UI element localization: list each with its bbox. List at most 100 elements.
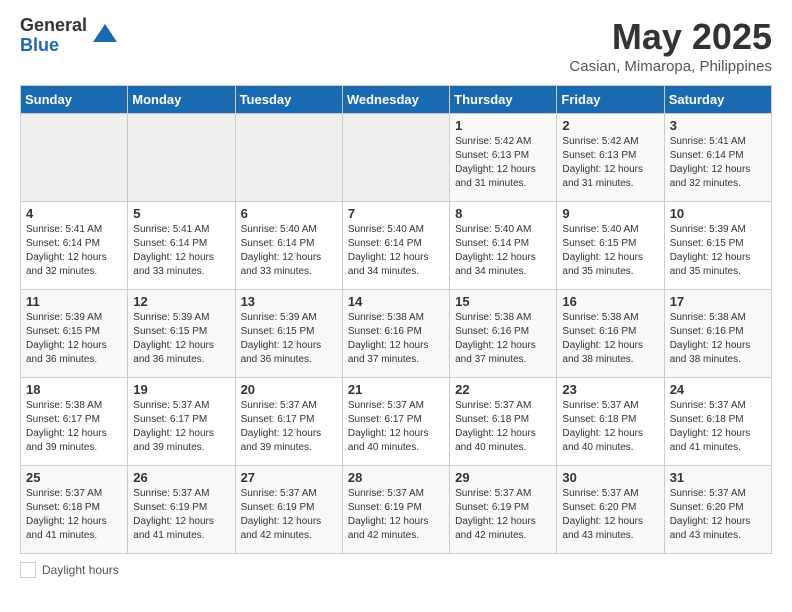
logo-blue: Blue [20, 36, 87, 56]
day-number: 11 [26, 294, 122, 309]
calendar-cell: 1Sunrise: 5:42 AM Sunset: 6:13 PM Daylig… [450, 114, 557, 202]
day-number: 13 [241, 294, 337, 309]
calendar-cell: 28 Sunrise: 5:37 AM Sunset: 6:19 PM Dayli… [342, 466, 449, 554]
day-info: Sunrise: 5:42 AM Sunset: 6:13 PM Dayligh… [562, 135, 658, 191]
day-info: Sunrise: 5:37 AM Sunset: 6:19 PM Dayligh… [348, 487, 444, 543]
weekday-header-wednesday: Wednesday [342, 86, 449, 114]
daylight-label: Daylight hours [42, 563, 119, 577]
footer: Daylight hours [20, 562, 772, 578]
day-number: 22 [455, 382, 551, 397]
day-info: Sunrise: 5:39 AM Sunset: 6:15 PM Dayligh… [670, 223, 766, 279]
day-number: 7 [348, 206, 444, 221]
day-info: Sunrise: 5:37 AM Sunset: 6:18 PM Dayligh… [26, 487, 122, 543]
calendar-cell: 14 Sunrise: 5:38 AM Sunset: 6:16 PM Dayli… [342, 290, 449, 378]
day-info: Sunrise: 5:38 AM Sunset: 6:16 PM Dayligh… [348, 311, 444, 367]
calendar-cell: 10 Sunrise: 5:39 AM Sunset: 6:15 PM Dayli… [664, 202, 771, 290]
calendar-cell: 25 Sunrise: 5:37 AM Sunset: 6:18 PM Dayli… [21, 466, 128, 554]
day-info: Sunrise: 5:37 AM Sunset: 6:19 PM Dayligh… [455, 487, 551, 543]
day-info: Sunrise: 5:37 AM Sunset: 6:17 PM Dayligh… [348, 399, 444, 455]
calendar-cell: 2 Sunrise: 5:42 AM Sunset: 6:13 PM Daylig… [557, 114, 664, 202]
calendar-cell: 16Sunrise: 5:38 AM Sunset: 6:16 PM Dayli… [557, 290, 664, 378]
day-number: 18 [26, 382, 122, 397]
calendar-cell: 18Sunrise: 5:38 AM Sunset: 6:17 PM Dayli… [21, 378, 128, 466]
calendar-week-row: 25 Sunrise: 5:37 AM Sunset: 6:18 PM Dayli… [21, 466, 772, 554]
day-number: 10 [670, 206, 766, 221]
day-number: 6 [241, 206, 337, 221]
page-header: General Blue May 2025 Casian, Mimaropa, … [20, 16, 772, 75]
day-info: Sunrise: 5:37 AM Sunset: 6:18 PM Dayligh… [670, 399, 766, 455]
calendar-cell: 12 Sunrise: 5:39 AM Sunset: 6:15 PM Dayli… [128, 290, 235, 378]
weekday-header-monday: Monday [128, 86, 235, 114]
calendar-cell: 7 Sunrise: 5:40 AM Sunset: 6:14 PM Daylig… [342, 202, 449, 290]
day-number: 20 [241, 382, 337, 397]
day-number: 21 [348, 382, 444, 397]
day-number: 25 [26, 470, 122, 485]
weekday-header-row: SundayMondayTuesdayWednesdayThursdayFrid… [21, 86, 772, 114]
calendar-cell: 19 Sunrise: 5:37 AM Sunset: 6:17 PM Dayli… [128, 378, 235, 466]
day-info: Sunrise: 5:40 AM Sunset: 6:15 PM Dayligh… [562, 223, 658, 279]
day-number: 26 [133, 470, 229, 485]
day-number: 30 [562, 470, 658, 485]
day-info: Sunrise: 5:39 AM Sunset: 6:15 PM Dayligh… [241, 311, 337, 367]
weekday-header-tuesday: Tuesday [235, 86, 342, 114]
calendar-cell: 31 Sunrise: 5:37 AM Sunset: 6:20 PM Dayli… [664, 466, 771, 554]
day-info: Sunrise: 5:37 AM Sunset: 6:19 PM Dayligh… [133, 487, 229, 543]
day-number: 1 [455, 118, 551, 133]
calendar-cell: 4 Sunrise: 5:41 AM Sunset: 6:14 PM Daylig… [21, 202, 128, 290]
title-block: May 2025 Casian, Mimaropa, Philippines [569, 16, 772, 75]
day-info: Sunrise: 5:37 AM Sunset: 6:20 PM Dayligh… [562, 487, 658, 543]
day-info: Sunrise: 5:37 AM Sunset: 6:20 PM Dayligh… [670, 487, 766, 543]
day-number: 2 [562, 118, 658, 133]
calendar-cell: 8 Sunrise: 5:40 AM Sunset: 6:14 PM Daylig… [450, 202, 557, 290]
day-number: 29 [455, 470, 551, 485]
calendar-cell: 13 Sunrise: 5:39 AM Sunset: 6:15 PM Dayli… [235, 290, 342, 378]
calendar-cell: 15Sunrise: 5:38 AM Sunset: 6:16 PM Dayli… [450, 290, 557, 378]
calendar-cell: 3 Sunrise: 5:41 AM Sunset: 6:14 PM Daylig… [664, 114, 771, 202]
calendar-cell: 6 Sunrise: 5:40 AM Sunset: 6:14 PM Daylig… [235, 202, 342, 290]
calendar-cell [342, 114, 449, 202]
day-number: 19 [133, 382, 229, 397]
weekday-header-friday: Friday [557, 86, 664, 114]
calendar-cell [128, 114, 235, 202]
day-info: Sunrise: 5:37 AM Sunset: 6:18 PM Dayligh… [562, 399, 658, 455]
day-info: Sunrise: 5:40 AM Sunset: 6:14 PM Dayligh… [241, 223, 337, 279]
calendar-cell: 5Sunrise: 5:41 AM Sunset: 6:14 PM Daylig… [128, 202, 235, 290]
logo: General Blue [20, 16, 119, 56]
calendar-cell: 27 Sunrise: 5:37 AM Sunset: 6:19 PM Dayli… [235, 466, 342, 554]
day-info: Sunrise: 5:37 AM Sunset: 6:18 PM Dayligh… [455, 399, 551, 455]
day-number: 28 [348, 470, 444, 485]
day-info: Sunrise: 5:37 AM Sunset: 6:19 PM Dayligh… [241, 487, 337, 543]
calendar-cell: 30 Sunrise: 5:37 AM Sunset: 6:20 PM Dayli… [557, 466, 664, 554]
day-info: Sunrise: 5:37 AM Sunset: 6:17 PM Dayligh… [133, 399, 229, 455]
day-number: 4 [26, 206, 122, 221]
day-info: Sunrise: 5:41 AM Sunset: 6:14 PM Dayligh… [26, 223, 122, 279]
weekday-header-thursday: Thursday [450, 86, 557, 114]
day-number: 3 [670, 118, 766, 133]
calendar-cell: 9 Sunrise: 5:40 AM Sunset: 6:15 PM Daylig… [557, 202, 664, 290]
day-info: Sunrise: 5:39 AM Sunset: 6:15 PM Dayligh… [26, 311, 122, 367]
calendar-table: SundayMondayTuesdayWednesdayThursdayFrid… [20, 85, 772, 554]
day-info: Sunrise: 5:41 AM Sunset: 6:14 PM Dayligh… [670, 135, 766, 191]
day-number: 5 [133, 206, 229, 221]
calendar-cell: 20Sunrise: 5:37 AM Sunset: 6:17 PM Dayli… [235, 378, 342, 466]
calendar-cell: 29 Sunrise: 5:37 AM Sunset: 6:19 PM Dayli… [450, 466, 557, 554]
day-info: Sunrise: 5:40 AM Sunset: 6:14 PM Dayligh… [455, 223, 551, 279]
day-number: 8 [455, 206, 551, 221]
calendar-subtitle: Casian, Mimaropa, Philippines [569, 58, 772, 75]
day-number: 31 [670, 470, 766, 485]
day-info: Sunrise: 5:39 AM Sunset: 6:15 PM Dayligh… [133, 311, 229, 367]
day-number: 14 [348, 294, 444, 309]
calendar-week-row: 1 Sunrise: 5:42 AM Sunset: 6:13 PM Daylig… [21, 114, 772, 202]
day-number: 9 [562, 206, 658, 221]
logo-general: General [20, 16, 87, 36]
calendar-cell: 24Sunrise: 5:37 AM Sunset: 6:18 PM Dayli… [664, 378, 771, 466]
day-number: 12 [133, 294, 229, 309]
calendar-cell: 22 Sunrise: 5:37 AM Sunset: 6:18 PM Dayli… [450, 378, 557, 466]
calendar-cell: 21 Sunrise: 5:37 AM Sunset: 6:17 PM Dayli… [342, 378, 449, 466]
day-info: Sunrise: 5:38 AM Sunset: 6:16 PM Dayligh… [670, 311, 766, 367]
day-number: 23 [562, 382, 658, 397]
day-number: 27 [241, 470, 337, 485]
calendar-week-row: 18Sunrise: 5:38 AM Sunset: 6:17 PM Dayli… [21, 378, 772, 466]
weekday-header-sunday: Sunday [21, 86, 128, 114]
day-info: Sunrise: 5:40 AM Sunset: 6:14 PM Dayligh… [348, 223, 444, 279]
